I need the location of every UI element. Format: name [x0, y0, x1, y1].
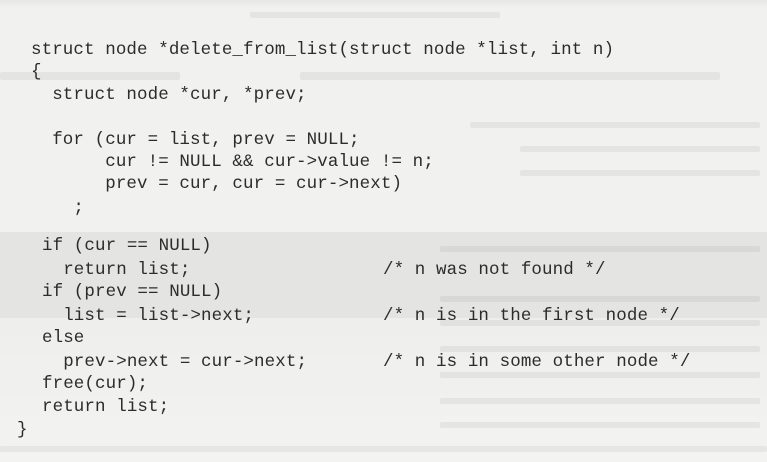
code-comment-other-node: /* n is in some other node */ — [383, 352, 691, 372]
code-line-free: free(cur); — [42, 374, 149, 394]
bleed-through-mark — [250, 12, 500, 18]
page-edge-shadow — [0, 0, 767, 8]
code-line-close-brace: } — [17, 420, 28, 440]
bleed-through-mark — [440, 372, 760, 378]
bleed-through-mark — [520, 146, 760, 152]
code-line-prev-next: prev->next = cur->next; — [42, 352, 308, 372]
bleed-through-mark — [0, 72, 180, 80]
bleed-through-mark — [300, 72, 720, 80]
code-line-return-final: return list; — [42, 397, 170, 417]
code-line-for-condition: cur != NULL && cur->value != n; — [31, 152, 434, 172]
code-comment-first-node: /* n is in the first node */ — [383, 306, 680, 326]
code-line-function-signature: struct node *delete_from_list(struct nod… — [31, 40, 615, 60]
code-line-for-increment: prev = cur, cur = cur->next) — [31, 174, 403, 194]
code-line-if-cur-null: if (cur == NULL) — [42, 236, 212, 256]
code-line-list-next: list = list->next; — [42, 306, 255, 326]
bleed-through-mark — [470, 122, 760, 128]
code-line-else: else — [42, 328, 85, 348]
bleed-through-mark — [440, 422, 760, 428]
bleed-through-mark — [0, 446, 767, 452]
bleed-through-mark — [440, 246, 760, 252]
bleed-through-mark — [520, 170, 760, 176]
bleed-through-mark — [440, 296, 760, 302]
code-line-for-init: for (cur = list, prev = NULL; — [31, 130, 360, 150]
bleed-through-mark — [440, 398, 760, 404]
scanned-code-page: struct node *delete_from_list(struct nod… — [0, 0, 767, 462]
code-line-if-prev-null: if (prev == NULL) — [42, 282, 223, 302]
code-line-return-list: return list; — [42, 260, 191, 280]
code-line-declarations: struct node *cur, *prev; — [31, 85, 307, 105]
code-line-empty-statement: ; — [31, 198, 85, 218]
code-comment-not-found: /* n was not found */ — [383, 260, 606, 280]
code-line-open-brace: { — [31, 62, 42, 82]
